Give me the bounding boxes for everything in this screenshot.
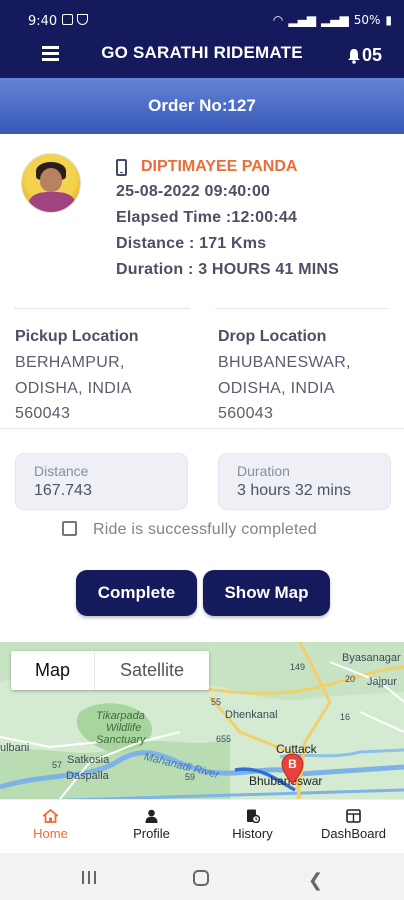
driver-name: DIPTIMAYEE PANDA (141, 158, 298, 175)
battery-icon: ▮ (385, 13, 392, 27)
map-place-label: Wildlife (106, 722, 142, 734)
distance-field-value[interactable]: 167.743 (34, 482, 92, 500)
nav-home[interactable]: Home (0, 800, 101, 854)
pickup-line: ODISHA, INDIA (15, 379, 132, 397)
notification-count: 05 (361, 45, 382, 65)
nav-history-label: History (232, 826, 273, 841)
map-view[interactable]: Map Satellite Byasanagar Jajpur Tikarpad… (0, 642, 404, 799)
map-place-label: Sanctuary (96, 734, 146, 746)
drop-label: Drop Location (218, 328, 327, 345)
drop-address: BHUBANESWAR, ODISHA, INDIA 560043 (218, 350, 351, 427)
home-icon (41, 808, 60, 823)
map-place-label: Satkosia (67, 754, 110, 766)
nav-dashboard-label: DashBoard (320, 826, 387, 841)
notification-button[interactable]: 05 (347, 45, 382, 66)
signal-icon-2: ▂▄▆ (321, 13, 349, 27)
bell-icon (347, 48, 361, 64)
nav-profile[interactable]: Profile (101, 800, 202, 854)
map-place-label: Daspalla (66, 770, 109, 782)
drop-line: ODISHA, INDIA (218, 379, 335, 397)
app-bar: GO SARATHI RIDEMATE 05 (0, 28, 404, 78)
system-nav-bar: ❮ (0, 853, 404, 900)
nav-home-label: Home (33, 826, 68, 841)
complete-button[interactable]: Complete (76, 570, 197, 616)
ride-completed-checkbox[interactable] (62, 521, 77, 536)
pickup-label: Pickup Location (15, 328, 139, 345)
map-road-label: 149 (290, 662, 306, 672)
section-divider (0, 428, 404, 429)
pickup-line: 560043 (15, 405, 71, 422)
nav-dashboard[interactable]: DashBoard (303, 800, 404, 854)
map-place-label: Dhenkanal (225, 709, 278, 721)
map-place-label: ulbani (0, 742, 30, 754)
distance-field[interactable]: Distance 167.743 (15, 453, 188, 510)
wifi-icon: ◠ (272, 13, 284, 27)
trip-datetime: 25-08-2022 09:40:00 (116, 183, 271, 200)
duration-field[interactable]: Duration 3 hours 32 mins (218, 453, 391, 510)
gallery-icon (62, 14, 73, 25)
recents-icon[interactable] (82, 871, 96, 884)
dashboard-icon (346, 809, 361, 823)
signal-icon: ▂▄▆ (288, 13, 317, 27)
map-road-label: 655 (216, 734, 232, 744)
map-road-label: 59 (185, 772, 196, 782)
nav-profile-label: Profile (133, 826, 170, 841)
trip-duration: Duration : 3 HOURS 41 MINS (116, 261, 340, 278)
ride-completed-label[interactable]: Ride is successfully completed (93, 521, 317, 539)
home-button-icon[interactable] (193, 870, 209, 886)
elapsed-time: Elapsed Time :12:00:44 (116, 209, 298, 226)
bottom-nav: Home Profile History DashBoard (0, 799, 404, 853)
pickup-address: BERHAMPUR, ODISHA, INDIA 560043 (15, 350, 132, 427)
trip-distance: Distance : 171 Kms (116, 235, 267, 252)
destination-pin-icon[interactable]: B (281, 753, 304, 785)
back-icon[interactable]: ❮ (308, 870, 323, 891)
status-time: 9:40 (28, 14, 58, 29)
divider (14, 308, 190, 309)
map-road-label: 55 (211, 697, 222, 707)
drop-line: 560043 (218, 405, 274, 422)
map-place-label: Tikarpada (96, 710, 145, 722)
map-place-label: Byasanagar (342, 652, 401, 664)
drop-line: BHUBANESWAR, (218, 354, 351, 371)
person-icon (144, 809, 159, 823)
map-road-label: 20 (345, 674, 356, 684)
shield-icon (77, 14, 88, 25)
map-tab-satellite[interactable]: Satellite (94, 651, 209, 690)
pickup-line: BERHAMPUR, (15, 354, 125, 371)
document-clock-icon (245, 809, 261, 824)
phone-icon[interactable] (116, 159, 127, 176)
map-place-label: Jajpur (367, 676, 397, 688)
status-notification-icons (62, 14, 88, 25)
divider (215, 308, 389, 309)
duration-field-value[interactable]: 3 hours 32 mins (237, 482, 351, 500)
avatar (21, 153, 81, 213)
map-road-label: 57 (52, 760, 63, 770)
show-map-button[interactable]: Show Map (203, 570, 330, 616)
nav-history[interactable]: History (202, 800, 303, 854)
order-number-bar: Order No:127 (0, 78, 404, 134)
app-title: GO SARATHI RIDEMATE (101, 43, 303, 62)
distance-field-label: Distance (34, 463, 89, 479)
pin-letter: B (288, 757, 297, 771)
status-right: ◠ ▂▄▆ ▂▄▆ 50% ▮ (273, 13, 392, 27)
map-tab-map[interactable]: Map (11, 651, 94, 690)
battery-percent: 50% (353, 13, 381, 27)
map-type-toggle: Map Satellite (11, 651, 209, 690)
duration-field-label: Duration (237, 463, 290, 479)
map-road-label: 16 (340, 712, 351, 722)
